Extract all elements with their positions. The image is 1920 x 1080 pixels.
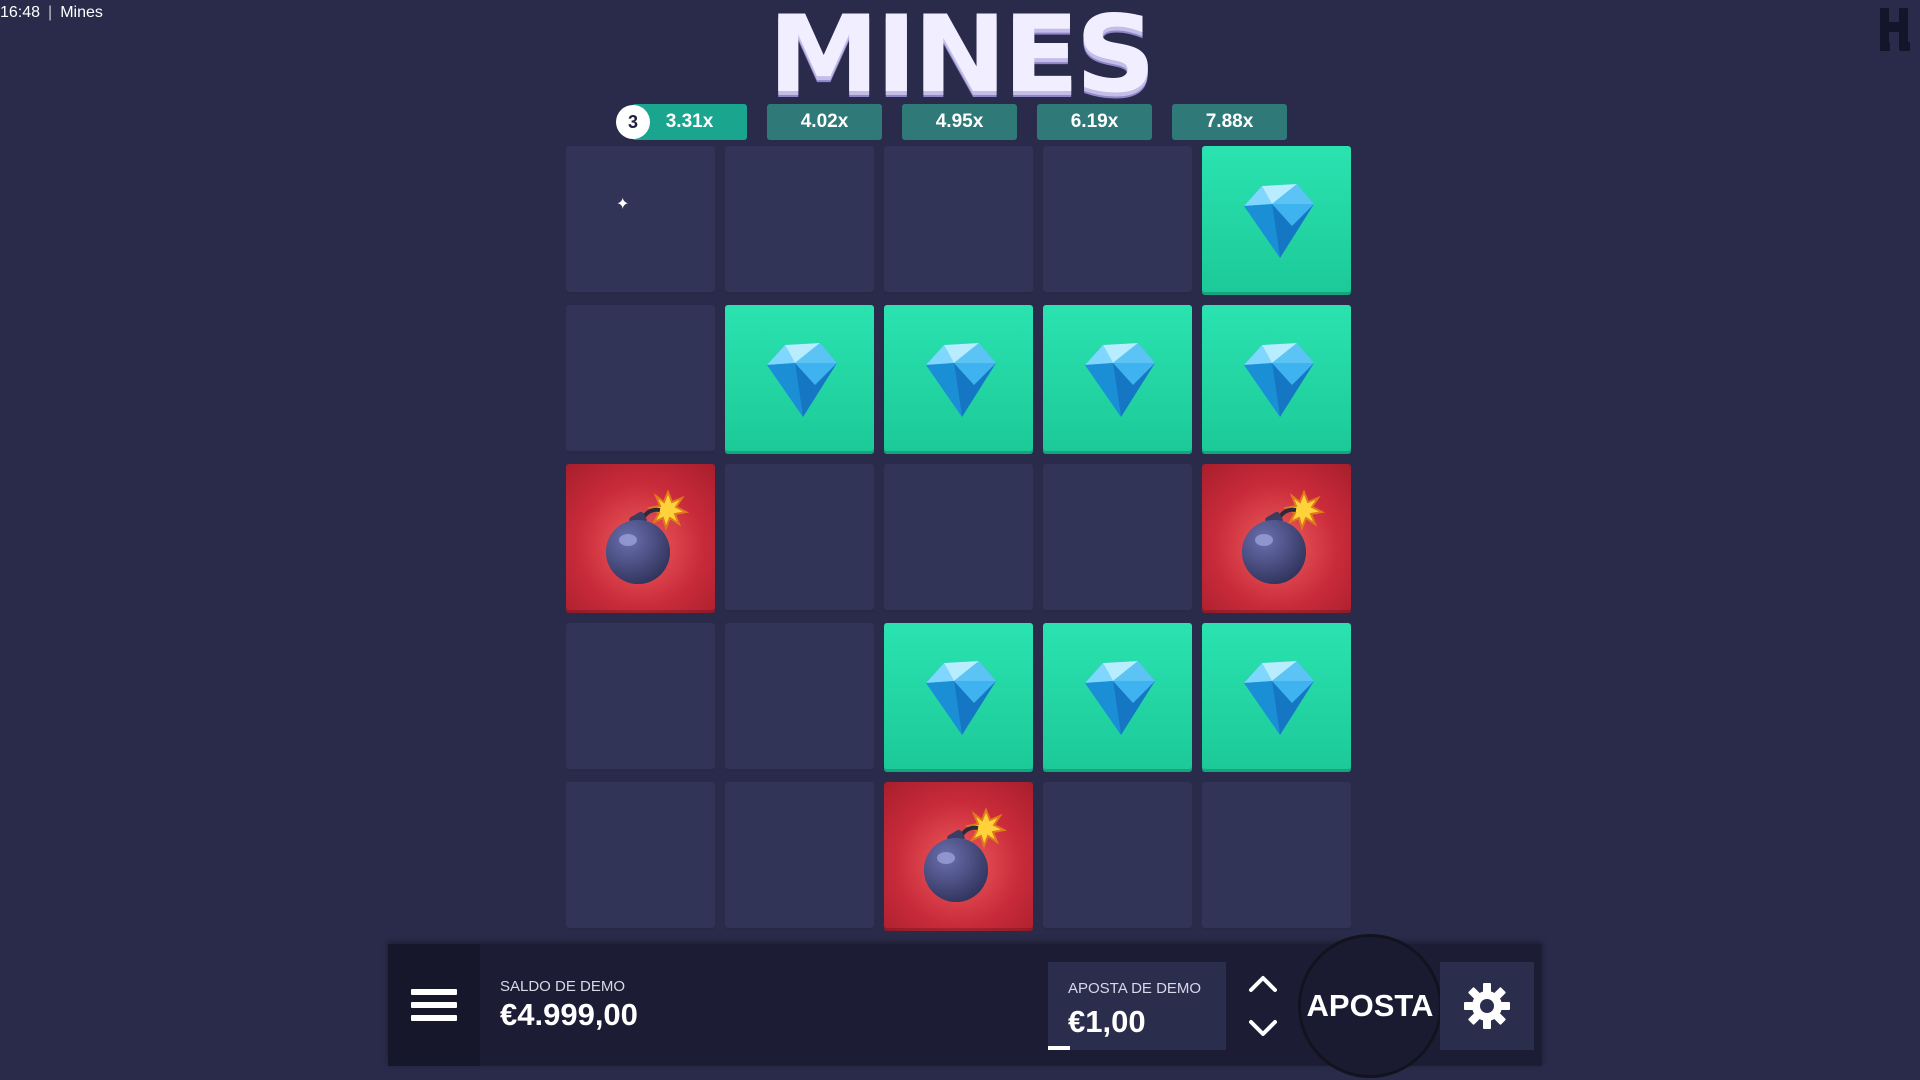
tile-gem[interactable]: [1202, 146, 1351, 295]
diamond-icon: [1084, 342, 1155, 417]
bet-stepper: [1228, 962, 1298, 1050]
balance-value: €4.999,00: [500, 997, 638, 1032]
tile-gem[interactable]: [884, 623, 1033, 772]
place-bet-button[interactable]: APOSTA: [1298, 934, 1442, 1078]
menu-icon: [411, 989, 457, 1021]
bet-level-indicator: [1048, 1046, 1070, 1050]
tile-hidden[interactable]: [566, 623, 715, 772]
menu-button[interactable]: [388, 944, 480, 1066]
diamond-icon: [1084, 660, 1155, 735]
multiplier-bar: ✦ 3 3.31x 4.02x 4.95x 6.19x 7.88x: [0, 104, 1920, 213]
multiplier-step: 4.02x: [767, 104, 882, 140]
diamond-icon: [925, 342, 996, 417]
tile-hidden[interactable]: [566, 305, 715, 454]
chevron-down-icon[interactable]: [1248, 1018, 1278, 1038]
tile-hidden[interactable]: [725, 146, 874, 295]
tile-gem[interactable]: [1043, 305, 1192, 454]
gem-counter-badge: 3: [616, 105, 650, 139]
tile-hidden[interactable]: [884, 464, 1033, 613]
tile-hidden[interactable]: [725, 623, 874, 772]
diamond-icon: [925, 660, 996, 735]
tile-hidden[interactable]: [725, 464, 874, 613]
game-title: MINES: [767, 0, 1156, 117]
tile-bomb[interactable]: [884, 782, 1033, 931]
bet-label: APOSTA DE DEMO: [1068, 980, 1202, 997]
sparkle-icon: ✦: [616, 196, 630, 213]
diamond-icon: [1243, 660, 1314, 735]
control-bar: SALDO DE DEMO €4.999,00 APOSTA DE DEMO €…: [388, 934, 1542, 1078]
gear-icon: [1464, 983, 1510, 1029]
bet-value: €1,00: [1068, 1004, 1146, 1039]
multiplier-step: 7.88x: [1172, 104, 1287, 140]
settings-button[interactable]: [1440, 962, 1534, 1050]
tile-hidden[interactable]: [1043, 146, 1192, 295]
tile-hidden[interactable]: [1043, 464, 1192, 613]
bomb-icon: [923, 806, 1007, 902]
bomb-icon: [605, 488, 689, 584]
tile-hidden[interactable]: [566, 782, 715, 931]
chevron-up-icon[interactable]: [1248, 974, 1278, 994]
tile-hidden[interactable]: [1202, 782, 1351, 931]
bomb-icon: [1241, 488, 1325, 584]
balance-label: SALDO DE DEMO: [500, 978, 626, 995]
multiplier-step: 6.19x: [1037, 104, 1152, 140]
tile-bomb[interactable]: [566, 464, 715, 613]
tile-hidden[interactable]: [725, 782, 874, 931]
mine-grid: [566, 146, 1351, 931]
tile-hidden[interactable]: [1043, 782, 1192, 931]
tile-bomb[interactable]: [1202, 464, 1351, 613]
bet-amount-box[interactable]: APOSTA DE DEMO €1,00: [1048, 962, 1226, 1050]
balance-display: SALDO DE DEMO €4.999,00: [500, 978, 638, 1033]
multiplier-step: 4.95x: [902, 104, 1017, 140]
tile-gem[interactable]: [1043, 623, 1192, 772]
tile-hidden[interactable]: [566, 146, 715, 295]
tile-gem[interactable]: [1202, 305, 1351, 454]
diamond-icon: [766, 342, 837, 417]
diamond-icon: [1243, 342, 1314, 417]
tile-gem[interactable]: [725, 305, 874, 454]
tile-gem[interactable]: [1202, 623, 1351, 772]
diamond-icon: [1243, 183, 1314, 258]
tile-hidden[interactable]: [884, 146, 1033, 295]
tile-gem[interactable]: [884, 305, 1033, 454]
